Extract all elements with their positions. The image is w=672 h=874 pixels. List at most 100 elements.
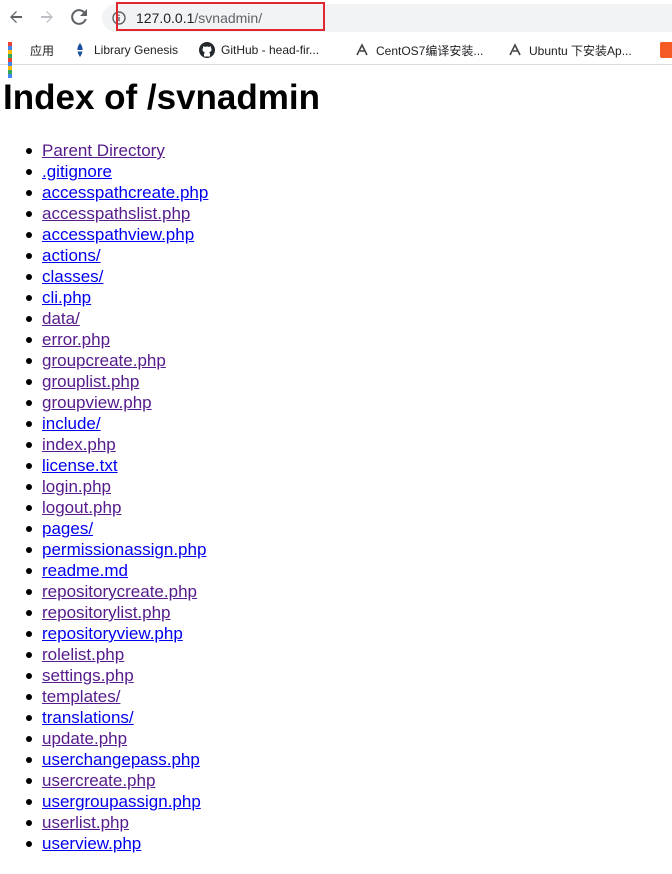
- list-item: translations/: [25, 707, 208, 728]
- github-icon: [199, 42, 215, 58]
- bookmark-label: Library Genesis: [94, 43, 179, 57]
- list-item: logout.php: [25, 497, 208, 518]
- file-link[interactable]: settings.php: [42, 666, 134, 685]
- address-bar[interactable]: 127.0.0.1/svnadmin/: [102, 4, 672, 32]
- list-item: repositoryview.php: [25, 623, 208, 644]
- list-item: accesspathslist.php: [25, 203, 208, 224]
- library-genesis-icon: [72, 42, 88, 58]
- file-link[interactable]: logout.php: [42, 498, 121, 517]
- info-icon[interactable]: [112, 11, 126, 25]
- file-link[interactable]: userview.php: [42, 834, 141, 853]
- file-link[interactable]: accesspathcreate.php: [42, 183, 208, 202]
- file-link[interactable]: accesspathslist.php: [42, 204, 190, 223]
- list-item: Parent Directory: [25, 140, 208, 161]
- file-link[interactable]: grouplist.php: [42, 372, 139, 391]
- directory-listing-page: Index of /svnadmin Parent Directory .giti…: [0, 64, 672, 874]
- list-item: login.php: [25, 476, 208, 497]
- list-item: usergroupassign.php: [25, 791, 208, 812]
- bookmark-centos[interactable]: CentOS7编译安装...: [354, 36, 483, 64]
- bookmark-label: CentOS7编译安装...: [376, 43, 484, 58]
- bookmark-label: GitHub - head-fir...: [221, 43, 320, 57]
- file-link[interactable]: classes/: [42, 267, 103, 286]
- list-item: update.php: [25, 728, 208, 749]
- list-item: permissionassign.php: [25, 539, 208, 560]
- url-host: 127.0.0.1: [136, 10, 195, 26]
- list-item: userlist.php: [25, 812, 208, 833]
- list-item: groupview.php: [25, 392, 208, 413]
- file-link[interactable]: groupview.php: [42, 393, 152, 412]
- file-link[interactable]: include/: [42, 414, 101, 433]
- list-item: accesspathcreate.php: [25, 182, 208, 203]
- arrow-left-icon: [10, 11, 22, 23]
- bookmark-apps[interactable]: 应用: [8, 36, 55, 78]
- file-link[interactable]: usercreate.php: [42, 771, 155, 790]
- file-link[interactable]: repositoryview.php: [42, 624, 183, 643]
- bookmark-ubuntu[interactable]: Ubuntu 下安装Ap...: [507, 36, 632, 64]
- bookmark-library-genesis[interactable]: Library Genesis: [72, 36, 178, 64]
- file-link[interactable]: .gitignore: [42, 162, 112, 181]
- bookmark-favicon-icon: [354, 42, 370, 58]
- list-item: grouplist.php: [25, 371, 208, 392]
- file-link[interactable]: templates/: [42, 687, 120, 706]
- file-link[interactable]: readme.md: [42, 561, 128, 580]
- list-item: repositorycreate.php: [25, 581, 208, 602]
- file-link[interactable]: update.php: [42, 729, 127, 748]
- bookmark-label: Ubuntu 下安装Ap...: [529, 43, 632, 58]
- list-item: templates/: [25, 686, 208, 707]
- file-link[interactable]: rolelist.php: [42, 645, 124, 664]
- list-item: groupcreate.php: [25, 350, 208, 371]
- list-item: license.txt: [25, 455, 208, 476]
- list-item: readme.md: [25, 560, 208, 581]
- list-item: accesspathview.php: [25, 224, 208, 245]
- list-item: error.php: [25, 329, 208, 350]
- apps-grid-icon: [8, 42, 24, 78]
- list-item: cli.php: [25, 287, 208, 308]
- list-item: repositorylist.php: [25, 602, 208, 623]
- url-path: /svnadmin/: [194, 10, 263, 26]
- forward-button[interactable]: [36, 6, 58, 28]
- reload-button[interactable]: [68, 6, 90, 28]
- file-link[interactable]: cli.php: [42, 288, 91, 307]
- list-item: rolelist.php: [25, 644, 208, 665]
- file-link[interactable]: license.txt: [42, 456, 118, 475]
- list-item: pages/: [25, 518, 208, 539]
- file-link[interactable]: accesspathview.php: [42, 225, 194, 244]
- orange-favicon-icon: [660, 42, 672, 58]
- list-item: settings.php: [25, 665, 208, 686]
- reload-icon: [71, 9, 87, 25]
- page-title: Index of /svnadmin: [3, 78, 320, 117]
- url-text[interactable]: 127.0.0.1/svnadmin/: [136, 8, 262, 28]
- file-link[interactable]: groupcreate.php: [42, 351, 166, 370]
- file-link[interactable]: index.php: [42, 435, 116, 454]
- file-link[interactable]: data/: [42, 309, 80, 328]
- list-item: include/: [25, 413, 208, 434]
- bookmark-github[interactable]: GitHub - head-fir...: [199, 36, 319, 64]
- file-link[interactable]: repositorylist.php: [42, 603, 171, 622]
- bookmarks-bar: 应用 Library Genesis GitHub - head-fir... …: [0, 36, 672, 78]
- file-link[interactable]: repositorycreate.php: [42, 582, 197, 601]
- list-item: index.php: [25, 434, 208, 455]
- list-item: .gitignore: [25, 161, 208, 182]
- file-link[interactable]: pages/: [42, 519, 93, 538]
- bookmark-favicon-icon: [507, 42, 523, 58]
- list-item: usercreate.php: [25, 770, 208, 791]
- file-link[interactable]: Parent Directory: [42, 141, 165, 160]
- arrow-right-icon: [41, 11, 53, 23]
- bookmark-label: 应用: [30, 43, 55, 58]
- file-link[interactable]: usergroupassign.php: [42, 792, 201, 811]
- bookmark-overflow[interactable]: [660, 36, 672, 64]
- file-link[interactable]: actions/: [42, 246, 101, 265]
- file-link[interactable]: login.php: [42, 477, 111, 496]
- list-item: classes/: [25, 266, 208, 287]
- list-item: userview.php: [25, 833, 208, 854]
- file-link[interactable]: userchangepass.php: [42, 750, 200, 769]
- file-list: Parent Directory .gitignore accesspathcrea…: [0, 140, 208, 854]
- file-link[interactable]: translations/: [42, 708, 134, 727]
- list-item: actions/: [25, 245, 208, 266]
- file-link[interactable]: permissionassign.php: [42, 540, 206, 559]
- back-button[interactable]: [5, 6, 27, 28]
- file-link[interactable]: error.php: [42, 330, 110, 349]
- list-item: data/: [25, 308, 208, 329]
- browser-toolbar: 127.0.0.1/svnadmin/: [0, 0, 672, 36]
- file-link[interactable]: userlist.php: [42, 813, 129, 832]
